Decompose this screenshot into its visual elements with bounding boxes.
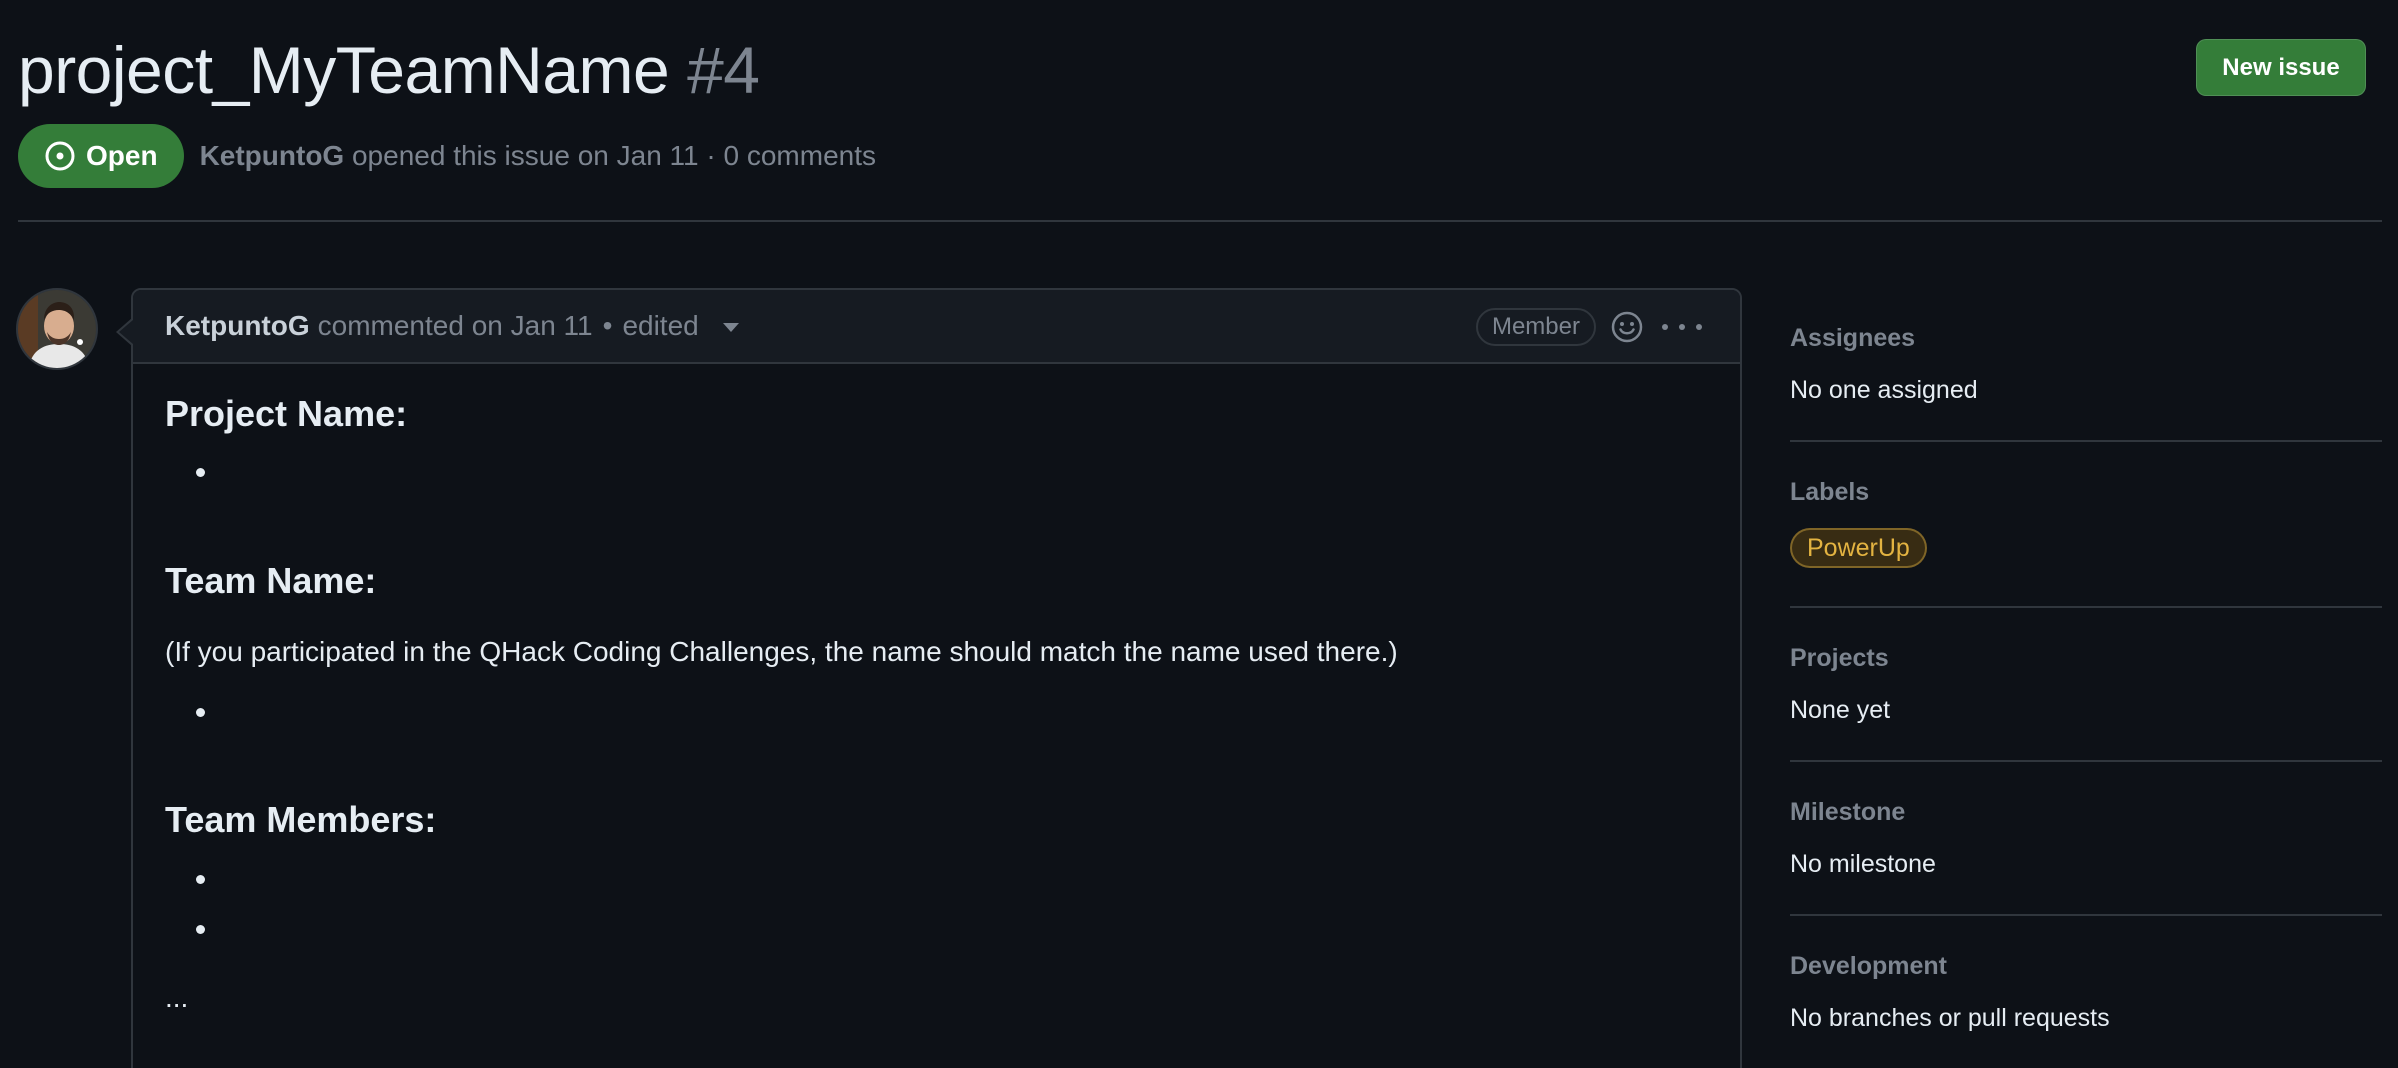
sidebar-projects: Projects None yet [1790, 642, 2382, 726]
sidebar-divider [1790, 914, 2382, 916]
issue-comment: KetpuntoG commented on Jan 11 • edited M… [131, 288, 1742, 1068]
comment-pointer-fill [119, 320, 133, 344]
sidebar-projects-value: None yet [1790, 696, 1891, 724]
member-role-badge: Member [1475, 308, 1596, 346]
issue-state-badge: Open [18, 124, 184, 188]
sidebar-assignees: Assignees No one assigned [1790, 322, 2382, 406]
comment-edited-label: edited [622, 310, 699, 341]
issue-opened-text: opened this issue on Jan 11 · 0 comments [351, 140, 876, 171]
comment-header: KetpuntoG commented on Jan 11 • edited M… [133, 290, 1740, 364]
sidebar-assignees-heading[interactable]: Assignees [1790, 322, 2382, 354]
issue-page: project_MyTeamName #4 New issue Open Ket… [0, 0, 2398, 1068]
sidebar-development: Development No branches or pull requests [1790, 950, 2382, 1034]
kebab-horizontal-icon[interactable] [1662, 310, 1702, 344]
issue-number: #4 [687, 33, 760, 107]
comment-edited-dropdown[interactable]: edited [622, 310, 739, 342]
sidebar-milestone: Milestone No milestone [1790, 796, 2382, 880]
comment-action-text: commented on Jan 11 [317, 310, 593, 341]
heading-team-name: Team Name: [165, 560, 377, 601]
list-item-bullet [196, 875, 205, 884]
avatar-image [18, 290, 96, 368]
label-powerup[interactable]: PowerUp [1790, 528, 1927, 568]
heading-team-members: Team Members: [165, 799, 437, 840]
new-issue-button[interactable]: New issue [2196, 39, 2366, 96]
list-item-bullet [196, 468, 205, 477]
sidebar-divider [1790, 606, 2382, 608]
sidebar-milestone-value: No milestone [1790, 850, 1936, 878]
sidebar-divider [1790, 760, 2382, 762]
issue-meta-text: KetpuntoG opened this issue on Jan 11 · … [200, 140, 876, 172]
list-item-bullet [196, 708, 205, 717]
header-divider [18, 220, 2382, 222]
team-name-note: (If you participated in the QHack Coding… [165, 636, 1398, 667]
issue-title-text: project_MyTeamName [18, 33, 670, 107]
avatar[interactable] [16, 288, 98, 370]
more-dot [1696, 324, 1702, 330]
comment-separator: • [602, 310, 613, 341]
triangle-down-icon [722, 323, 739, 333]
heading-project-name: Project Name: [165, 393, 408, 434]
smiley-icon[interactable] [1610, 310, 1644, 344]
comment-author-link[interactable]: KetpuntoG [165, 310, 310, 342]
issue-title: project_MyTeamName #4 [18, 28, 760, 112]
sidebar-development-value: No branches or pull requests [1790, 1004, 2110, 1032]
issue-author-link[interactable]: KetpuntoG [200, 140, 345, 171]
issue-state-label: Open [86, 140, 158, 171]
body-ellipsis: ... [165, 982, 189, 1013]
sidebar-development-heading[interactable]: Development [1790, 950, 2382, 982]
sidebar-labels-heading[interactable]: Labels [1790, 476, 2382, 508]
issue-meta-row: Open KetpuntoG opened this issue on Jan … [18, 124, 876, 188]
more-dot [1679, 324, 1685, 330]
more-dot [1662, 324, 1668, 330]
sidebar-milestone-heading[interactable]: Milestone [1790, 796, 2382, 828]
issue-opened-icon [45, 141, 75, 171]
list-item-bullet [196, 925, 205, 934]
sidebar-assignees-value: No one assigned [1790, 376, 1978, 404]
sidebar-labels: Labels PowerUp [1790, 476, 2382, 568]
sidebar-divider [1790, 440, 2382, 442]
sidebar-projects-heading[interactable]: Projects [1790, 642, 2382, 674]
